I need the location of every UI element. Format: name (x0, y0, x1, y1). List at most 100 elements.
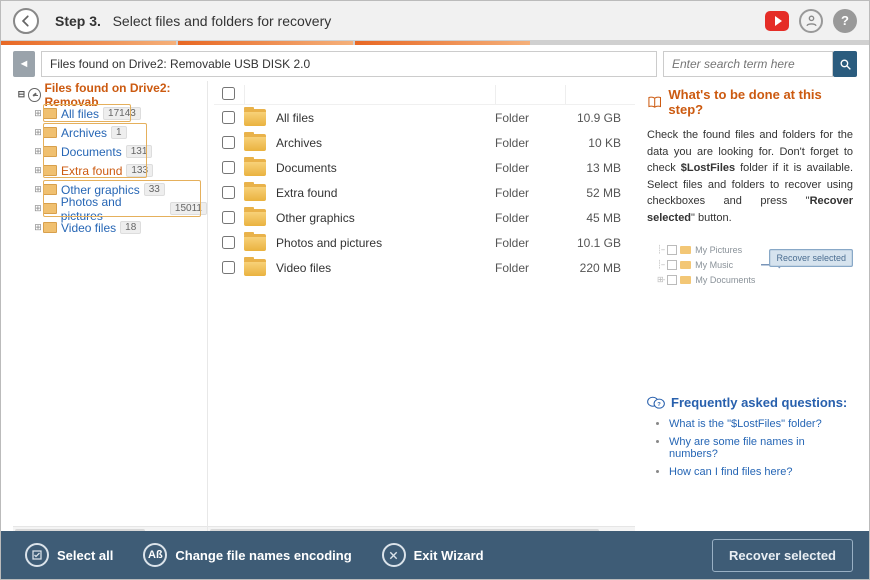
tree-item[interactable]: ⊞Video files18 (13, 218, 207, 237)
row-checkbox[interactable] (222, 136, 235, 149)
folder-icon (43, 127, 57, 138)
tree-item-label: Extra found (61, 164, 122, 178)
select-all-button[interactable]: Select all (25, 543, 113, 567)
file-type: Folder (495, 111, 565, 125)
path-bar: ◄ Files found on Drive2: Removable USB D… (13, 51, 857, 77)
select-all-checkbox[interactable] (222, 87, 235, 100)
header: Step 3. Select files and folders for rec… (1, 1, 869, 41)
folder-icon (244, 209, 266, 226)
count-badge: 131 (126, 145, 153, 158)
tree-item[interactable]: ⊞ Documents 131 (13, 142, 207, 161)
side-panel: What's to be done at this step? Check th… (635, 81, 857, 541)
tree-item[interactable]: ⊞Extra found133 (13, 161, 207, 180)
list-row[interactable]: All filesFolder10.9 GB (214, 105, 635, 130)
list-row[interactable]: Video filesFolder220 MB (214, 255, 635, 280)
path-display[interactable]: Files found on Drive2: Removable USB DIS… (41, 51, 657, 77)
faq-link[interactable]: What is the "$LostFiles" folder? (669, 418, 822, 430)
encoding-icon: Aß (143, 543, 167, 567)
faq-link[interactable]: Why are some file names in numbers? (669, 436, 805, 460)
file-name: Other graphics (276, 211, 495, 225)
encoding-button[interactable]: Aß Change file names encoding (143, 543, 351, 567)
list-row[interactable]: DocumentsFolder13 MB (214, 155, 635, 180)
collapse-icon[interactable]: ⊟ (17, 89, 26, 100)
row-checkbox[interactable] (222, 236, 235, 249)
folder-icon (43, 184, 57, 195)
tree-item[interactable]: ⊞ Archives 1 (13, 123, 207, 142)
expand-icon[interactable]: ⊞ (33, 203, 43, 214)
list-row[interactable]: ArchivesFolder10 KB (214, 130, 635, 155)
tree-root[interactable]: ⊟ Files found on Drive2: Removab (13, 85, 207, 104)
progress-bar (1, 41, 869, 45)
file-size: 220 MB (565, 261, 635, 275)
count-badge: 1 (111, 126, 127, 139)
expand-icon[interactable]: ⊞ (33, 184, 43, 195)
tree-panel: ⊟ Files found on Drive2: Removab ⊞ All fi… (13, 81, 208, 541)
youtube-icon[interactable] (765, 9, 789, 33)
count-badge: 17143 (103, 107, 141, 120)
tree-root-label: Files found on Drive2: Removab (45, 81, 208, 109)
expand-icon[interactable]: ⊞ (33, 222, 43, 233)
list-row[interactable]: Extra foundFolder52 MB (214, 180, 635, 205)
row-checkbox[interactable] (222, 211, 235, 224)
tree-item-label: Archives (61, 126, 107, 140)
file-size: 45 MB (565, 211, 635, 225)
faq-link[interactable]: How can I find files here? (669, 466, 793, 478)
folder-icon (43, 108, 57, 119)
file-type: Folder (495, 186, 565, 200)
row-checkbox[interactable] (222, 186, 235, 199)
folder-icon (244, 109, 266, 126)
file-name: Photos and pictures (276, 236, 495, 250)
clock-icon (28, 88, 41, 102)
list-header (214, 85, 635, 105)
footer: Select all Aß Change file names encoding… (1, 531, 869, 579)
side-illustration: ┊--My Pictures ┊--My Music ⊞-My Document… (647, 238, 853, 295)
recover-mini-button: Recover selected (769, 249, 853, 267)
list-row[interactable]: Photos and picturesFolder10.1 GB (214, 230, 635, 255)
folder-icon (43, 222, 57, 233)
step-number: Step 3. (55, 13, 101, 29)
file-type: Folder (495, 261, 565, 275)
search-button[interactable] (833, 51, 857, 77)
tree-item-label: Documents (61, 145, 122, 159)
list-row[interactable]: Other graphicsFolder45 MB (214, 205, 635, 230)
file-type: Folder (495, 136, 565, 150)
count-badge: 15011 (170, 202, 207, 215)
folder-icon (244, 259, 266, 276)
tree-item[interactable]: ⊞Photos and pictures15011 (13, 199, 207, 218)
search-input[interactable] (663, 51, 833, 77)
step-title: Step 3. Select files and folders for rec… (55, 13, 331, 29)
path-back-button[interactable]: ◄ (13, 51, 35, 77)
file-size: 52 MB (565, 186, 635, 200)
folder-icon (43, 165, 57, 176)
side-text: Check the found files and folders for th… (647, 127, 853, 226)
faq-list: What is the "$LostFiles" folder? Why are… (647, 418, 853, 478)
help-icon[interactable]: ? (833, 9, 857, 33)
expand-icon[interactable]: ⊞ (33, 146, 43, 157)
file-type: Folder (495, 211, 565, 225)
file-size: 10 KB (565, 136, 635, 150)
expand-icon[interactable]: ⊞ (33, 108, 43, 119)
expand-icon[interactable]: ⊞ (33, 165, 43, 176)
folder-icon (43, 146, 57, 157)
file-name: Video files (276, 261, 495, 275)
book-icon (647, 94, 662, 110)
expand-icon[interactable]: ⊞ (33, 127, 43, 138)
tree-item-label: All files (61, 107, 99, 121)
side-title: What's to be done at this step? (647, 87, 853, 117)
row-checkbox[interactable] (222, 261, 235, 274)
row-checkbox[interactable] (222, 111, 235, 124)
user-icon[interactable] (799, 9, 823, 33)
file-size: 10.9 GB (565, 111, 635, 125)
file-size: 13 MB (565, 161, 635, 175)
tree-item-label: Photos and pictures (61, 195, 166, 223)
recover-selected-button[interactable]: Recover selected (712, 539, 853, 572)
exit-wizard-button[interactable]: Exit Wizard (382, 543, 484, 567)
folder-icon (244, 134, 266, 151)
file-type: Folder (495, 236, 565, 250)
faq-title: ? Frequently asked questions: (647, 395, 853, 410)
back-button[interactable] (13, 8, 39, 34)
file-size: 10.1 GB (565, 236, 635, 250)
row-checkbox[interactable] (222, 161, 235, 174)
faq-icon: ? (647, 396, 665, 410)
file-list-panel: All filesFolder10.9 GBArchivesFolder10 K… (208, 81, 635, 541)
